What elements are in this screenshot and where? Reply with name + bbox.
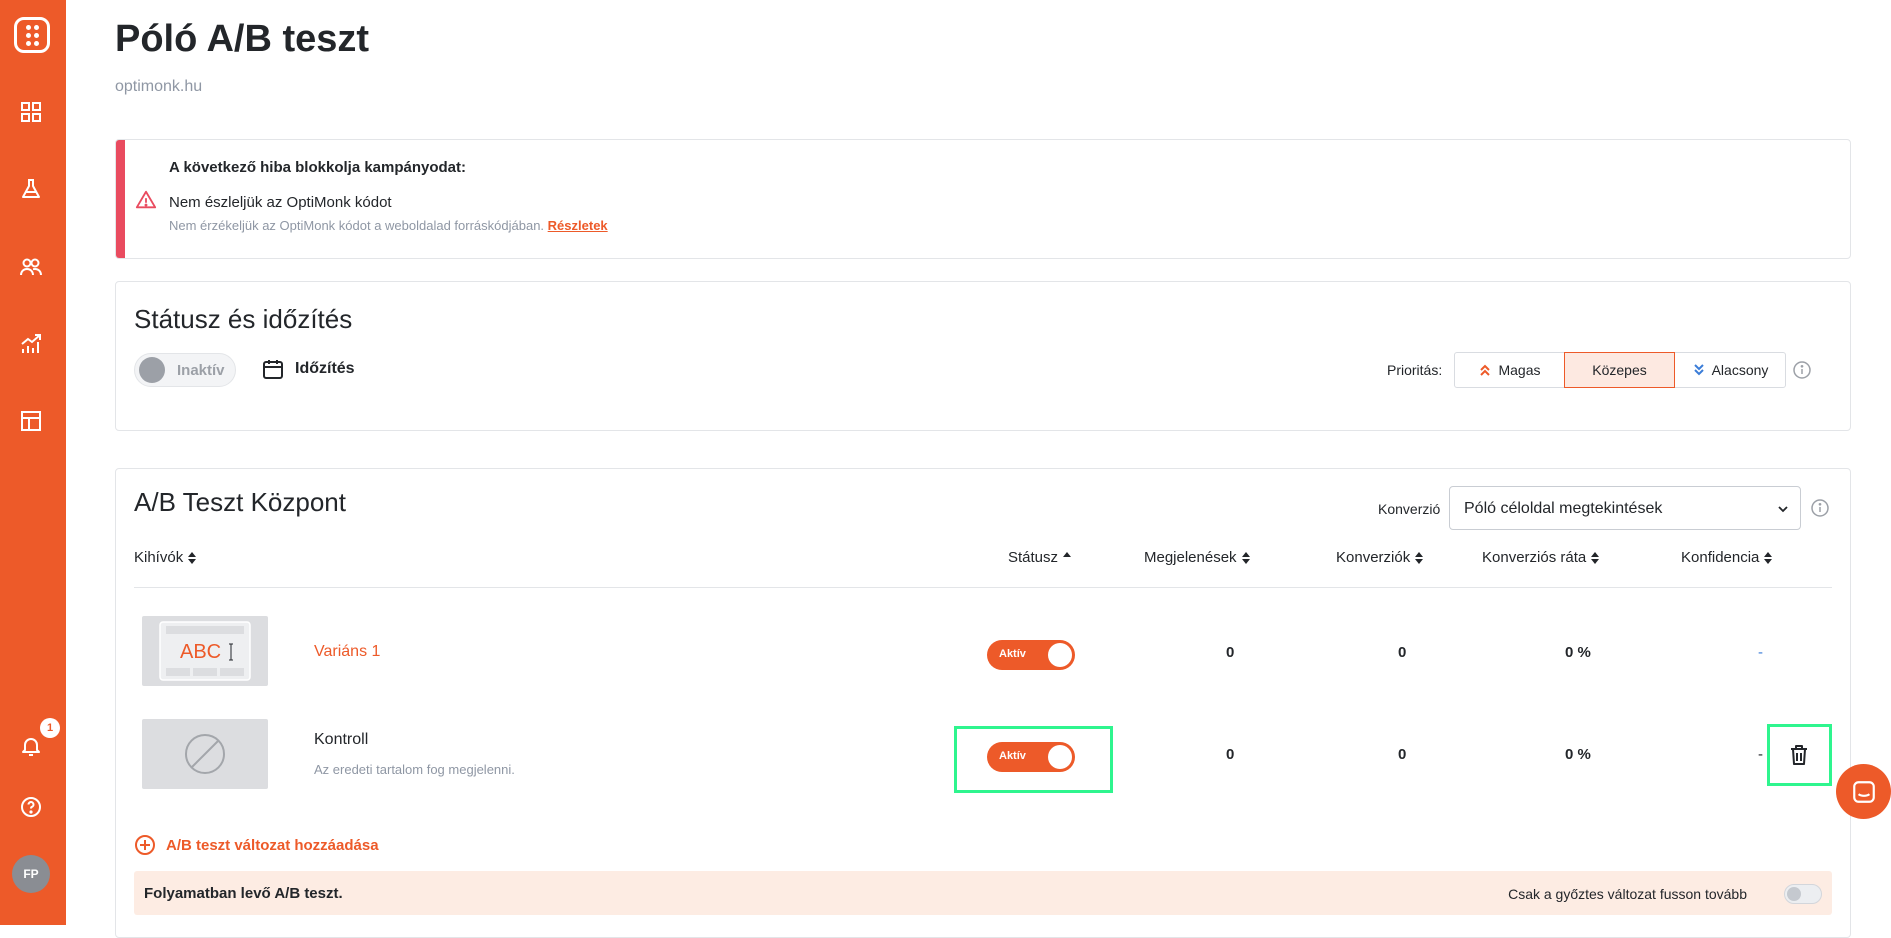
variant-1-confidence: -	[1758, 644, 1763, 661]
table-header-divider	[134, 587, 1832, 588]
toggle-label: Inaktív	[177, 362, 225, 379]
plus-circle-icon	[135, 835, 155, 855]
toggle-knob	[1048, 745, 1072, 769]
templates-icon[interactable]	[17, 407, 45, 435]
campaign-status-toggle[interactable]: Inaktív	[134, 353, 236, 387]
column-status[interactable]: Státusz	[1008, 549, 1072, 566]
sort-icon	[1591, 551, 1600, 564]
column-conversions[interactable]: Konverziók	[1336, 549, 1424, 566]
alert-details-link[interactable]: Részletek	[548, 218, 608, 233]
variant-preview-icon: ABC	[159, 621, 251, 681]
status-scheduling-card: Státusz és időzítés Inaktív Időzítés Pri…	[115, 281, 1851, 431]
users-icon[interactable]	[17, 253, 45, 281]
bell-icon[interactable]	[17, 732, 45, 760]
control-conversions: 0	[1398, 746, 1407, 763]
info-icon[interactable]	[1810, 498, 1830, 518]
conversion-select-value: Póló céloldal megtekintések	[1464, 500, 1663, 517]
progress-text: Folyamatban levő A/B teszt.	[144, 885, 343, 902]
chevrons-up-icon	[1480, 364, 1491, 376]
page-title: Póló A/B teszt	[115, 18, 370, 60]
ab-test-center-card: A/B Teszt Központ Konverzió Póló célolda…	[115, 468, 1851, 938]
toggle-label: Aktív	[999, 750, 1026, 762]
alert-heading: A következő hiba blokkolja kampányodat:	[169, 159, 467, 176]
variant-1-conversion-rate: 0 %	[1565, 644, 1591, 661]
conversion-select[interactable]: Póló céloldal megtekintések	[1449, 486, 1801, 530]
priority-selector: Magas Közepes Alacsony	[1454, 352, 1786, 388]
priority-medium-button[interactable]: Közepes	[1564, 352, 1675, 388]
variant-thumbnail[interactable]: ABC	[142, 616, 268, 686]
block-icon	[185, 734, 225, 774]
test-progress-bar: Folyamatban levő A/B teszt. Csak a győzt…	[134, 871, 1832, 915]
winner-only-toggle[interactable]	[1784, 884, 1822, 904]
control-conversion-rate: 0 %	[1565, 746, 1591, 763]
toggle-knob	[139, 357, 165, 383]
column-conversions-label: Konverziók	[1336, 549, 1411, 566]
control-description: Az eredeti tartalom fog megjelenni.	[314, 762, 515, 777]
page-subtitle: optimonk.hu	[115, 78, 203, 95]
control-impressions: 0	[1226, 746, 1235, 763]
warning-icon	[135, 190, 157, 209]
priority-low-label: Alacsony	[1711, 362, 1769, 378]
sort-icon	[188, 551, 197, 564]
winner-only-label: Csak a győztes változat fusson tovább	[1508, 886, 1747, 902]
column-conversion-rate-label: Konverziós ráta	[1482, 549, 1587, 566]
chevrons-down-icon	[1693, 364, 1704, 376]
notification-badge: 1	[40, 718, 60, 738]
priority-high-label: Magas	[1498, 362, 1541, 378]
schedule-button[interactable]: Időzítés	[261, 357, 355, 381]
variant-1-conversions: 0	[1398, 644, 1407, 661]
priority-label: Prioritás:	[1387, 362, 1443, 378]
dashboard-icon[interactable]	[17, 98, 45, 126]
alert-accent-bar	[116, 140, 125, 258]
variant-1-link[interactable]: Variáns 1	[314, 643, 380, 661]
variant-1-impressions: 0	[1226, 644, 1235, 661]
column-conversion-rate[interactable]: Konverziós ráta	[1482, 549, 1600, 566]
analytics-icon[interactable]	[17, 330, 45, 358]
priority-medium-label: Közepes	[1592, 362, 1647, 378]
ab-card-title: A/B Teszt Központ	[134, 487, 346, 517]
priority-low-button[interactable]: Alacsony	[1674, 352, 1786, 388]
logo-icon[interactable]	[14, 17, 50, 53]
sort-icon	[1415, 551, 1424, 564]
control-confidence: -	[1758, 746, 1763, 763]
sort-icon	[1241, 551, 1250, 564]
sidebar: 1 FP	[0, 0, 66, 925]
column-impressions-label: Megjelenések	[1144, 549, 1237, 566]
avatar[interactable]: FP	[12, 855, 50, 893]
alert-description: Nem érzékeljük az OptiMonk kódot a webol…	[169, 218, 608, 233]
toggle-knob	[1048, 643, 1072, 667]
toggle-knob	[1787, 887, 1801, 901]
help-icon[interactable]	[17, 793, 45, 821]
calendar-icon	[263, 360, 283, 379]
column-challengers[interactable]: Kihívók	[134, 549, 197, 566]
conversion-label: Konverzió	[1378, 501, 1441, 517]
add-variant-button[interactable]: A/B teszt változat hozzáadása	[134, 834, 379, 856]
variant-1-status-toggle[interactable]: Aktív	[987, 640, 1075, 670]
chat-support-button[interactable]	[1836, 764, 1891, 819]
sort-icon	[1764, 551, 1773, 564]
sort-ascending-icon	[1063, 551, 1072, 557]
control-thumbnail	[142, 719, 268, 789]
priority-high-button[interactable]: Magas	[1454, 352, 1565, 388]
alert-description-text: Nem érzékeljük az OptiMonk kódot a webol…	[169, 218, 545, 233]
chat-icon	[1852, 780, 1875, 803]
chevron-down-icon	[1778, 506, 1788, 513]
schedule-label: Időzítés	[295, 360, 355, 377]
column-challengers-label: Kihívók	[134, 549, 184, 566]
column-status-label: Státusz	[1008, 549, 1059, 566]
column-confidence-label: Konfidencia	[1681, 549, 1760, 566]
toggle-label: Aktív	[999, 648, 1026, 660]
column-confidence[interactable]: Konfidencia	[1681, 549, 1773, 566]
column-impressions[interactable]: Megjelenések	[1144, 549, 1250, 566]
trash-icon[interactable]	[1787, 743, 1811, 767]
control-status-toggle[interactable]: Aktív	[987, 742, 1075, 772]
thumbnail-text: ABC	[180, 641, 221, 663]
status-card-title: Státusz és időzítés	[134, 304, 353, 334]
alert-title: Nem észleljük az OptiMonk kódot	[169, 194, 392, 211]
flask-icon[interactable]	[17, 175, 45, 203]
add-variant-label: A/B teszt változat hozzáadása	[166, 836, 379, 854]
info-icon[interactable]	[1792, 360, 1812, 380]
control-name: Kontroll	[314, 731, 369, 748]
error-alert: A következő hiba blokkolja kampányodat: …	[115, 139, 1851, 259]
